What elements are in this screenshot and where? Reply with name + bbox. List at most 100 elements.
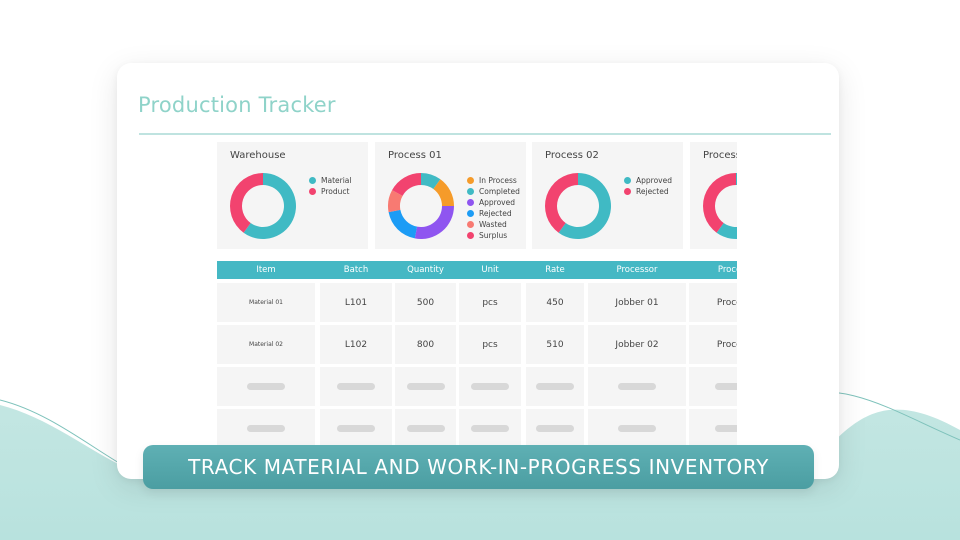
placeholder-cell	[459, 367, 521, 406]
placeholder-cell	[459, 409, 521, 448]
table-cell-rate[interactable]: 510	[526, 325, 584, 364]
skeleton-bar	[406, 425, 445, 432]
placeholder-cell	[526, 409, 584, 448]
legend-dot-icon	[624, 177, 631, 184]
placeholder-cell	[320, 409, 392, 448]
dashboard-viewport: Warehouse Material Product Process 01 In Pro…	[217, 142, 737, 479]
legend-dot-icon	[467, 177, 474, 184]
table-cell-batch[interactable]: L102	[320, 325, 392, 364]
donut-segment-product	[230, 173, 263, 233]
placeholder-cell	[395, 367, 456, 406]
skeleton-bar	[536, 425, 574, 432]
legend-dot-icon	[467, 188, 474, 195]
column-header-unit[interactable]: Unit	[459, 261, 521, 279]
legend-item: Rejected	[467, 208, 520, 219]
placeholder-cell	[217, 367, 315, 406]
table-cell-processor[interactable]: Jobber 01	[588, 283, 686, 322]
donut-segment-rejected	[703, 173, 736, 233]
chart-legend: Approved Rejected	[624, 175, 672, 197]
banner-text: TRACK MATERIAL AND WORK-IN-PROGRESS INVE…	[188, 455, 769, 479]
skeleton-bar	[337, 383, 375, 390]
placeholder-cell	[689, 409, 737, 448]
skeleton-bar	[337, 425, 375, 432]
legend-dot-icon	[309, 177, 316, 184]
legend-label: Completed	[479, 187, 520, 196]
legend-label: Rejected	[479, 209, 512, 218]
skeleton-bar	[618, 383, 656, 390]
legend-dot-icon	[467, 210, 474, 217]
table-cell-quantity[interactable]: 800	[395, 325, 456, 364]
table-header: Item BatchQuantityUnit RateProcessorProces…	[217, 261, 737, 279]
column-header-process[interactable]: Process	[689, 261, 737, 279]
legend-label: Approved	[479, 198, 515, 207]
skeleton-bar	[247, 383, 285, 390]
donut-segment-rejected	[545, 173, 578, 233]
page-title: Production Tracker	[138, 93, 336, 117]
placeholder-cell	[320, 367, 392, 406]
skeleton-bar	[715, 425, 737, 432]
chart-title: Process 03	[703, 150, 737, 161]
placeholder-cell	[395, 409, 456, 448]
skeleton-bar	[406, 383, 445, 390]
column-header-processor[interactable]: Processor	[588, 261, 686, 279]
donut-chart	[388, 173, 454, 239]
table-cell-item[interactable]: Material 02	[217, 325, 315, 364]
placeholder-cell	[588, 409, 686, 448]
skeleton-bar	[247, 425, 285, 432]
table-cell-unit[interactable]: pcs	[459, 283, 521, 322]
column-header-rate[interactable]: Rate	[526, 261, 584, 279]
title-divider	[139, 133, 831, 135]
chart-legend: Material Product	[309, 175, 351, 197]
chart-card-3: Process 03	[690, 142, 737, 249]
table-cell-process[interactable]: Process	[689, 283, 737, 322]
table-cell-quantity[interactable]: 500	[395, 283, 456, 322]
table-cell-process[interactable]: Process	[689, 325, 737, 364]
column-header-quantity[interactable]: Quantity	[395, 261, 456, 279]
legend-item: Approved	[467, 197, 520, 208]
legend-dot-icon	[467, 232, 474, 239]
skeleton-bar	[715, 383, 737, 390]
placeholder-cell	[689, 367, 737, 406]
table-cell-unit[interactable]: pcs	[459, 325, 521, 364]
column-header-item[interactable]: Item	[217, 261, 315, 279]
skeleton-bar	[471, 425, 509, 432]
legend-item: Material	[309, 175, 351, 186]
table-cell-processor[interactable]: Jobber 02	[588, 325, 686, 364]
legend-dot-icon	[309, 188, 316, 195]
legend-dot-icon	[624, 188, 631, 195]
legend-label: Approved	[636, 176, 672, 185]
skeleton-bar	[536, 383, 574, 390]
legend-label: Rejected	[636, 187, 669, 196]
donut-chart	[703, 173, 737, 239]
chart-card-2: Process 02 Approved Rejected	[532, 142, 683, 249]
legend-label: Product	[321, 187, 350, 196]
table-cell-batch[interactable]: L101	[320, 283, 392, 322]
donut-chart	[230, 173, 296, 239]
table-cell-rate[interactable]: 450	[526, 283, 584, 322]
placeholder-cell	[526, 367, 584, 406]
chart-legend: In Process Completed Approved Rejected Waste…	[467, 175, 520, 241]
donut-segment-approved	[414, 206, 454, 239]
legend-label: Material	[321, 176, 352, 185]
feature-banner: TRACK MATERIAL AND WORK-IN-PROGRESS INVE…	[143, 445, 814, 489]
production-tracker-card: Production Tracker Warehouse Material Prod…	[117, 63, 839, 479]
legend-item: Product	[309, 186, 351, 197]
chart-title: Process 02	[545, 150, 599, 161]
legend-item: Approved	[624, 175, 672, 186]
placeholder-cell	[588, 367, 686, 406]
legend-dot-icon	[467, 199, 474, 206]
legend-dot-icon	[467, 221, 474, 228]
skeleton-bar	[618, 425, 656, 432]
legend-item: Rejected	[624, 186, 672, 197]
legend-item: Surplus	[467, 230, 520, 241]
placeholder-cell	[217, 409, 315, 448]
table-cell-item[interactable]: Material 01	[217, 283, 315, 322]
column-header-batch[interactable]: Batch	[320, 261, 392, 279]
legend-label: In Process	[479, 176, 517, 185]
donut-chart	[545, 173, 611, 239]
chart-title: Warehouse	[230, 150, 286, 161]
donut-segment-rejected	[388, 209, 418, 239]
chart-title: Process 01	[388, 150, 442, 161]
chart-card-1: Process 01 In Process Completed Approved Rej…	[375, 142, 526, 249]
chart-card-0: Warehouse Material Product	[217, 142, 368, 249]
